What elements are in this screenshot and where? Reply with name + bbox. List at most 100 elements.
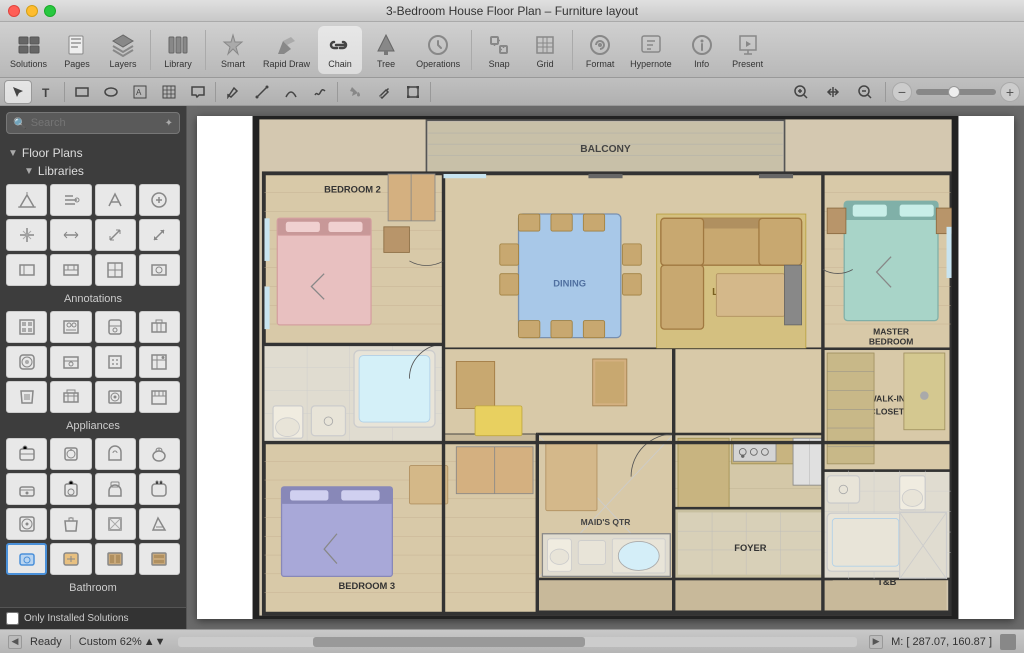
lib-item[interactable] <box>50 219 91 251</box>
toolbar-format[interactable]: Format <box>578 26 622 74</box>
toolbar-hypernote[interactable]: Hypernote <box>624 26 678 74</box>
ellipse-tool[interactable] <box>97 80 125 104</box>
zoom-minus[interactable]: − <box>892 82 912 102</box>
line-tool[interactable] <box>248 80 276 104</box>
table-tool[interactable] <box>155 80 183 104</box>
rectangle-tool[interactable] <box>68 80 96 104</box>
lib-item[interactable] <box>6 254 47 286</box>
canvas-area[interactable]: BALCONY BEDROOM 2 <box>187 106 1024 629</box>
toolbar-solutions[interactable]: Solutions <box>4 26 53 74</box>
tree-floor-plans[interactable]: ▼ Floor Plans <box>0 144 186 162</box>
lib-item[interactable] <box>139 543 180 575</box>
only-installed-checkbox[interactable] <box>6 612 19 625</box>
lib-item[interactable] <box>6 381 47 413</box>
toolbar-chain[interactable]: Chain <box>318 26 362 74</box>
lib-item[interactable] <box>139 381 180 413</box>
lib-item[interactable] <box>6 219 47 251</box>
lib-item[interactable] <box>139 473 180 505</box>
zoom-out-tool[interactable] <box>851 80 879 104</box>
lib-item[interactable] <box>95 311 136 343</box>
annotations-label: Annotations <box>6 290 180 311</box>
zoom-pan-tool[interactable] <box>819 80 847 104</box>
horizontal-scrollbar[interactable] <box>178 637 858 647</box>
lib-item[interactable] <box>95 254 136 286</box>
toolbar-info[interactable]: Info <box>680 26 724 74</box>
hypernote-icon <box>637 31 665 59</box>
lib-item[interactable] <box>50 346 91 378</box>
minimize-button[interactable] <box>26 5 38 17</box>
lib-item[interactable] <box>6 184 47 216</box>
lib-item[interactable] <box>6 346 47 378</box>
search-input[interactable] <box>31 117 161 129</box>
lib-item[interactable] <box>139 508 180 540</box>
lib-item[interactable] <box>95 184 136 216</box>
lib-item[interactable] <box>139 438 180 470</box>
grid-view-btn[interactable] <box>1000 634 1016 650</box>
toolbar-library[interactable]: Library <box>156 26 200 74</box>
hypernote-label: Hypernote <box>630 59 672 69</box>
text-tool[interactable]: T <box>33 80 61 104</box>
toolbar-layers[interactable]: Layers <box>101 26 145 74</box>
lib-item[interactable] <box>139 184 180 216</box>
fill-tool[interactable] <box>341 80 369 104</box>
main-toolbar: Solutions Pages Layers <box>0 22 1024 78</box>
lib-item[interactable] <box>50 438 91 470</box>
lib-item[interactable] <box>95 543 136 575</box>
lib-item[interactable] <box>50 254 91 286</box>
lib-item[interactable] <box>95 346 136 378</box>
solutions-icon <box>15 31 43 59</box>
pen-tool[interactable] <box>219 80 247 104</box>
zoom-plus[interactable]: + <box>1000 82 1020 102</box>
lib-item[interactable] <box>139 311 180 343</box>
toolbar-snap[interactable]: Snap <box>477 26 521 74</box>
eyedropper-tool[interactable] <box>370 80 398 104</box>
lib-item[interactable] <box>95 473 136 505</box>
lib-item[interactable] <box>6 473 47 505</box>
lib-item[interactable] <box>6 508 47 540</box>
lib-item[interactable] <box>50 184 91 216</box>
transform-tool[interactable] <box>399 80 427 104</box>
text-block-tool[interactable]: A <box>126 80 154 104</box>
lib-item[interactable] <box>50 381 91 413</box>
svg-text:BALCONY: BALCONY <box>580 144 631 155</box>
search-box[interactable]: 🔍 ✦ <box>6 112 180 134</box>
lib-item[interactable] <box>95 508 136 540</box>
lib-item-selected[interactable] <box>6 543 47 575</box>
scroll-left-btn[interactable]: ◀ <box>8 635 22 649</box>
operations-icon <box>424 31 452 59</box>
lib-item[interactable] <box>139 346 180 378</box>
svg-text:MAID'S QTR: MAID'S QTR <box>581 517 631 527</box>
lib-item[interactable] <box>95 381 136 413</box>
toolbar-smart[interactable]: Smart <box>211 26 255 74</box>
toolbar-present[interactable]: Present <box>726 26 770 74</box>
zoom-in-tool[interactable] <box>787 80 815 104</box>
toolbar-pages[interactable]: Pages <box>55 26 99 74</box>
lib-item[interactable] <box>50 508 91 540</box>
floor-plan-canvas[interactable]: BALCONY BEDROOM 2 <box>197 116 1014 619</box>
callout-tool[interactable] <box>184 80 212 104</box>
lib-item[interactable] <box>95 438 136 470</box>
close-button[interactable] <box>8 5 20 17</box>
toolbar-operations[interactable]: Operations <box>410 26 466 74</box>
select-tool[interactable] <box>4 80 32 104</box>
lib-item[interactable] <box>6 311 47 343</box>
lib-item[interactable] <box>50 311 91 343</box>
lib-item[interactable] <box>139 219 180 251</box>
arc-tool[interactable] <box>277 80 305 104</box>
zoom-slider[interactable] <box>916 89 996 95</box>
lib-item[interactable] <box>6 438 47 470</box>
tree-libraries[interactable]: ▼ Libraries <box>16 162 186 180</box>
lib-item[interactable] <box>139 254 180 286</box>
svg-text:CLOSET: CLOSET <box>870 406 905 416</box>
toolbar-grid[interactable]: Grid <box>523 26 567 74</box>
freehand-tool[interactable] <box>306 80 334 104</box>
only-installed-label[interactable]: Only Installed Solutions <box>6 612 180 625</box>
toolbar-rapid-draw[interactable]: Rapid Draw <box>257 26 316 74</box>
toolbar-tree[interactable]: Tree <box>364 26 408 74</box>
maximize-button[interactable] <box>44 5 56 17</box>
lib-item[interactable] <box>50 473 91 505</box>
lib-item[interactable] <box>50 543 91 575</box>
scroll-right-btn[interactable]: ▶ <box>869 635 883 649</box>
zoom-select[interactable]: Custom 62% ▲▼ <box>79 636 166 648</box>
lib-item[interactable] <box>95 219 136 251</box>
